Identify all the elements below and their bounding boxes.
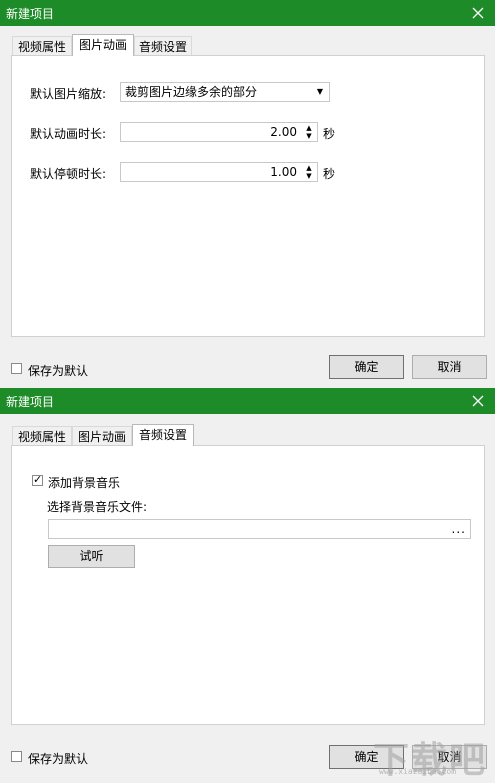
tab-audio-settings[interactable]: 音频设置: [134, 36, 192, 56]
window-title: 新建项目: [6, 395, 55, 409]
default-animation-duration-label: 默认动画时长:: [30, 127, 107, 141]
button-label: 试听: [79, 549, 104, 563]
tab-label: 视频属性: [17, 430, 66, 444]
close-icon[interactable]: [467, 390, 489, 412]
select-music-file-label: 选择背景音乐文件:: [47, 500, 148, 514]
title-bar[interactable]: 新建项目: [0, 0, 495, 26]
save-as-default-checkbox[interactable]: [11, 751, 22, 762]
animation-duration-spinner[interactable]: 2.00 ▲ ▼: [120, 122, 318, 142]
browse-button[interactable]: ...: [452, 522, 466, 536]
spinner-buttons[interactable]: ▲ ▼: [304, 164, 314, 180]
spinner-value: 2.00: [270, 125, 297, 139]
button-label: 取消: [437, 750, 462, 764]
tab-panel: 默认图片缩放: 裁剪图片边缘多余的部分 ▼ 默认动画时长: 2.00 ▲ ▼ 秒…: [11, 55, 485, 337]
default-scale-label: 默认图片缩放:: [30, 87, 107, 101]
title-bar[interactable]: 新建项目: [0, 388, 495, 414]
tab-image-animation[interactable]: 图片动画: [72, 426, 132, 446]
save-as-default-label: 保存为默认: [28, 752, 89, 766]
cancel-button[interactable]: 取消: [412, 355, 487, 379]
tab-video-properties[interactable]: 视频属性: [12, 426, 72, 446]
add-background-music-label: 添加背景音乐: [48, 476, 121, 490]
seconds-unit: 秒: [323, 127, 336, 141]
tab-label: 音频设置: [138, 40, 187, 54]
dropdown-value: 裁剪图片边缘多余的部分: [125, 85, 258, 99]
new-project-dialog-image-animation: 新建项目 视频属性 图片动画 音频设置 默认图片缩放: 裁剪图片边缘多余的部分 …: [0, 0, 495, 388]
button-label: 确定: [354, 360, 379, 374]
tab-label: 图片动画: [77, 430, 126, 444]
window-title: 新建项目: [6, 7, 55, 21]
new-project-dialog-audio-settings: 新建项目 视频属性 图片动画 音频设置 ✓ 添加背景音乐 选择背景音乐文件: .…: [0, 388, 495, 777]
seconds-unit: 秒: [323, 167, 336, 181]
save-as-default-label: 保存为默认: [28, 364, 89, 378]
tab-label: 图片动画: [78, 38, 127, 52]
spinner-value: 1.00: [270, 165, 297, 179]
spin-up-icon[interactable]: ▲: [306, 164, 311, 172]
button-label: 取消: [437, 360, 462, 374]
chevron-down-icon: ▼: [316, 87, 323, 96]
add-background-music-checkbox[interactable]: ✓: [32, 473, 43, 486]
default-pause-duration-label: 默认停顿时长:: [30, 167, 107, 181]
ok-button[interactable]: 确定: [329, 745, 404, 769]
button-label: 确定: [354, 750, 379, 764]
tab-panel: ✓ 添加背景音乐 选择背景音乐文件: ... 试听: [11, 445, 485, 725]
tab-label: 视频属性: [17, 40, 66, 54]
check-icon: ✓: [33, 473, 43, 486]
tab-audio-settings[interactable]: 音频设置: [132, 424, 194, 446]
tab-label: 音频设置: [138, 428, 187, 442]
tab-video-properties[interactable]: 视频属性: [12, 36, 72, 56]
ok-button[interactable]: 确定: [329, 355, 404, 379]
tab-image-animation[interactable]: 图片动画: [72, 34, 134, 56]
music-file-path-input[interactable]: ...: [48, 519, 471, 539]
spin-up-icon[interactable]: ▲: [306, 124, 311, 132]
spin-down-icon[interactable]: ▼: [306, 132, 311, 140]
default-scale-dropdown[interactable]: 裁剪图片边缘多余的部分 ▼: [120, 82, 330, 102]
spin-down-icon[interactable]: ▼: [306, 172, 311, 180]
pause-duration-spinner[interactable]: 1.00 ▲ ▼: [120, 162, 318, 182]
preview-button[interactable]: 试听: [48, 545, 135, 568]
cancel-button[interactable]: 取消: [412, 745, 487, 769]
close-icon[interactable]: [467, 2, 489, 24]
spinner-buttons[interactable]: ▲ ▼: [304, 124, 314, 140]
save-as-default-checkbox[interactable]: [11, 363, 22, 374]
